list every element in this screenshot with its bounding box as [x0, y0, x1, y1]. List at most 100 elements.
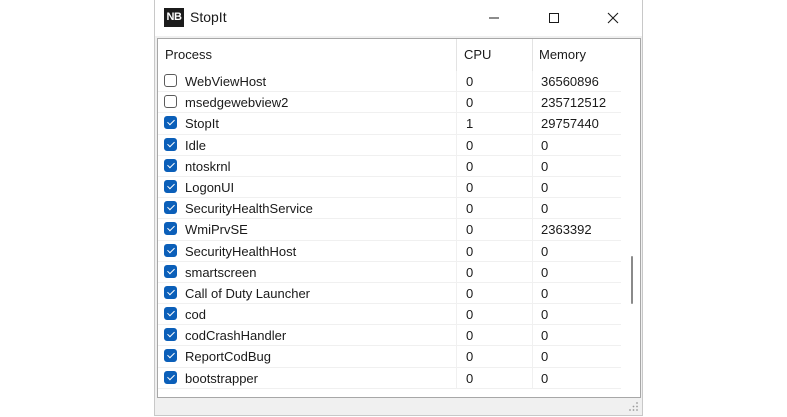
- process-memory: 0: [541, 328, 549, 344]
- table-row[interactable]: WmiPrvSE 0 2363392: [158, 219, 621, 241]
- list-header: Process CPU Memory: [158, 39, 621, 71]
- maximize-icon: [549, 13, 559, 23]
- process-checkbox[interactable]: [164, 158, 177, 172]
- process-checkbox[interactable]: [164, 116, 177, 130]
- row-divider: [456, 219, 457, 240]
- process-cpu: 0: [466, 95, 474, 111]
- process-cpu: 0: [466, 158, 474, 174]
- process-checkbox[interactable]: [164, 95, 177, 109]
- table-row[interactable]: cod 0 0: [158, 304, 621, 326]
- process-checkbox[interactable]: [164, 222, 177, 236]
- process-checkbox[interactable]: [164, 243, 177, 257]
- table-row[interactable]: smartscreen 0 0: [158, 261, 621, 283]
- process-memory: 0: [541, 137, 549, 153]
- process-memory: 0: [541, 307, 549, 323]
- process-name: Idle: [185, 137, 206, 153]
- table-row[interactable]: ReportCodBug 0 0: [158, 346, 621, 368]
- process-memory: 0: [541, 201, 549, 217]
- window-title: StopIt: [190, 9, 227, 25]
- row-divider: [532, 198, 533, 219]
- process-cpu: 0: [466, 349, 474, 365]
- process-memory: 0: [541, 370, 549, 386]
- row-divider: [532, 304, 533, 325]
- row-divider: [532, 219, 533, 240]
- table-row[interactable]: bootstrapper 0 0: [158, 367, 621, 389]
- row-divider: [532, 92, 533, 113]
- process-name: codCrashHandler: [185, 328, 287, 344]
- minimize-icon: [489, 17, 499, 19]
- process-memory: 2363392: [541, 222, 592, 238]
- stopit-window: NB StopIt Process CPU Memory WebViewHost…: [154, 0, 643, 416]
- process-name: smartscreen: [185, 264, 257, 280]
- table-row[interactable]: SecurityHealthHost 0 0: [158, 240, 621, 262]
- row-divider: [456, 367, 457, 388]
- process-checkbox[interactable]: [164, 201, 177, 215]
- table-row[interactable]: StopIt 1 29757440: [158, 113, 621, 135]
- row-divider: [532, 282, 533, 304]
- process-checkbox[interactable]: [164, 137, 177, 151]
- process-checkbox[interactable]: [164, 328, 177, 342]
- column-header-process[interactable]: Process: [165, 39, 212, 71]
- row-divider: [456, 346, 457, 367]
- table-row[interactable]: Call of Duty Launcher 0 0: [158, 282, 621, 305]
- vertical-scroll-thumb[interactable]: [631, 256, 633, 304]
- process-memory: 235712512: [541, 95, 607, 111]
- process-memory: 29757440: [541, 116, 599, 132]
- row-divider: [456, 113, 457, 134]
- process-cpu: 0: [466, 74, 474, 89]
- table-row[interactable]: msedgewebview2 0 235712512: [158, 92, 621, 114]
- process-name: SecurityHealthHost: [185, 243, 297, 259]
- table-row[interactable]: WebViewHost 0 36560896: [158, 71, 621, 93]
- column-divider[interactable]: [532, 39, 533, 71]
- table-row[interactable]: ntoskrnl 0 0: [158, 155, 621, 177]
- process-name: WmiPrvSE: [185, 222, 248, 238]
- process-memory: 0: [541, 285, 549, 301]
- maximize-button[interactable]: [531, 0, 577, 36]
- close-button[interactable]: [590, 0, 636, 36]
- process-checkbox[interactable]: [164, 74, 177, 87]
- process-name: ntoskrnl: [185, 158, 231, 174]
- process-checkbox[interactable]: [164, 349, 177, 363]
- process-name: bootstrapper: [185, 370, 258, 386]
- process-checkbox[interactable]: [164, 179, 177, 193]
- column-divider[interactable]: [456, 39, 457, 71]
- row-divider: [532, 367, 533, 388]
- table-row[interactable]: LogonUI 0 0: [158, 176, 621, 199]
- vertical-scrollbar[interactable]: [621, 39, 640, 397]
- process-checkbox[interactable]: [164, 307, 177, 321]
- minimize-button[interactable]: [471, 0, 517, 36]
- process-memory: 0: [541, 179, 549, 195]
- process-memory: 0: [541, 243, 549, 259]
- process-cpu: 0: [466, 307, 474, 323]
- process-checkbox[interactable]: [164, 370, 177, 384]
- process-checkbox[interactable]: [164, 285, 177, 299]
- process-list[interactable]: Process CPU Memory WebViewHost 0 36560896 m…: [157, 38, 641, 398]
- table-row[interactable]: Idle 0 0: [158, 134, 621, 156]
- title-bar[interactable]: NB StopIt: [155, 0, 642, 36]
- row-divider: [532, 176, 533, 198]
- process-cpu: 0: [466, 137, 474, 153]
- column-header-cpu[interactable]: CPU: [464, 39, 491, 71]
- row-divider: [532, 155, 533, 176]
- row-divider: [456, 325, 457, 346]
- row-divider: [456, 304, 457, 325]
- process-cpu: 0: [466, 328, 474, 344]
- process-memory: 36560896: [541, 74, 599, 89]
- process-name: StopIt: [185, 116, 219, 132]
- column-header-memory[interactable]: Memory: [539, 39, 586, 71]
- close-icon: [607, 12, 619, 24]
- process-cpu: 0: [466, 222, 474, 238]
- process-memory: 0: [541, 158, 549, 174]
- process-name: Call of Duty Launcher: [185, 285, 311, 301]
- row-divider: [456, 92, 457, 113]
- process-memory: 0: [541, 264, 549, 280]
- resize-grip-icon[interactable]: [627, 400, 639, 412]
- table-row[interactable]: SecurityHealthService 0 0: [158, 198, 621, 220]
- row-divider: [456, 240, 457, 261]
- row-divider: [532, 325, 533, 346]
- process-cpu: 0: [466, 201, 474, 217]
- process-cpu: 0: [466, 264, 474, 280]
- process-checkbox[interactable]: [164, 264, 177, 278]
- table-row[interactable]: codCrashHandler 0 0: [158, 325, 621, 347]
- process-cpu: 0: [466, 179, 474, 195]
